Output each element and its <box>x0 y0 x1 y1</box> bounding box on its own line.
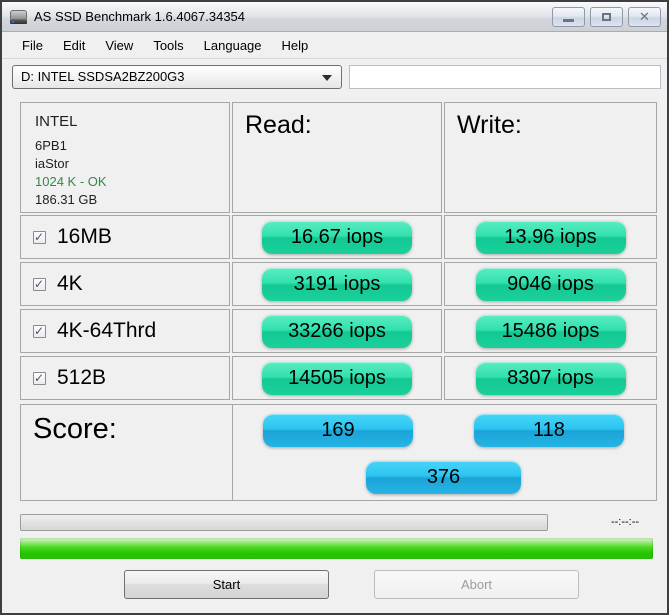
result-text-input[interactable] <box>349 65 661 89</box>
score-panel: Score: 169 118 376 <box>20 404 657 501</box>
checkbox-512b[interactable]: ✓ <box>33 370 46 385</box>
menu-edit[interactable]: Edit <box>53 34 95 57</box>
test-label-cell: ✓ 512B <box>20 356 230 400</box>
titlebar: AS SSD Benchmark 1.6.4067.34354 ✕ <box>2 2 667 32</box>
score-total-pill: 376 <box>366 461 521 494</box>
window-controls: ✕ <box>552 7 661 27</box>
test-label: 4K <box>57 272 83 295</box>
minimize-button[interactable] <box>552 7 585 27</box>
read-result-cell: 14505 iops <box>232 356 442 400</box>
close-button[interactable]: ✕ <box>628 7 661 27</box>
menu-help[interactable]: Help <box>272 34 319 57</box>
write-result-pill: 13.96 iops <box>475 220 626 254</box>
read-result-pill: 16.67 iops <box>262 220 412 254</box>
grid-header-row: INTEL 6PB1 iaStor 1024 K - OK 186.31 GB … <box>20 102 657 213</box>
menu-file[interactable]: File <box>12 34 53 57</box>
drive-icon-led <box>12 21 14 23</box>
maximize-button[interactable] <box>590 7 623 27</box>
drive-firmware: 6PB1 <box>35 138 67 153</box>
read-result-cell: 33266 iops <box>232 309 442 353</box>
read-result-pill: 14505 iops <box>262 361 412 395</box>
read-result-pill: 33266 iops <box>262 314 412 348</box>
checkmark-icon: ✓ <box>34 229 45 244</box>
score-label-area: Score: <box>21 405 233 500</box>
write-result-pill: 9046 iops <box>475 267 626 301</box>
test-row-4k: ✓ 4K 3191 iops 9046 iops <box>20 262 657 306</box>
test-label-cell: ✓ 16MB <box>20 215 230 259</box>
overall-progress-bar <box>20 538 653 559</box>
write-result-cell: 9046 iops <box>444 262 657 306</box>
drive-alignment-status: 1024 K - OK <box>35 174 107 189</box>
write-result-cell: 8307 iops <box>444 356 657 400</box>
write-result-cell: 15486 iops <box>444 309 657 353</box>
app-window: AS SSD Benchmark 1.6.4067.34354 ✕ File E… <box>0 0 669 615</box>
write-result-pill: 8307 iops <box>475 361 626 395</box>
test-row-4k-64thrd: ✓ 4K-64Thrd 33266 iops 15486 iops <box>20 309 657 353</box>
window-title: AS SSD Benchmark 1.6.4067.34354 <box>34 9 246 24</box>
start-button[interactable]: Start <box>124 570 329 599</box>
read-result-pill: 3191 iops <box>262 267 412 301</box>
read-result-cell: 16.67 iops <box>232 215 442 259</box>
drive-capacity: 186.31 GB <box>35 192 98 207</box>
checkmark-icon: ✓ <box>34 276 45 291</box>
test-row-512b: ✓ 512B 14505 iops 8307 iops <box>20 356 657 400</box>
drive-selector[interactable]: D: INTEL SSDSA2BZ200G3 <box>12 65 342 89</box>
maximize-icon <box>602 13 611 21</box>
write-result-cell: 13.96 iops <box>444 215 657 259</box>
checkbox-16mb[interactable]: ✓ <box>33 229 46 244</box>
checkmark-icon: ✓ <box>34 323 45 338</box>
menubar: File Edit View Tools Language Help <box>2 33 667 59</box>
minimize-icon <box>563 19 574 22</box>
test-label: 16MB <box>57 225 112 248</box>
chevron-down-icon <box>322 75 332 81</box>
score-read-pill: 169 <box>263 414 413 447</box>
write-result-pill: 15486 iops <box>475 314 626 348</box>
checkbox-4k-64thrd[interactable]: ✓ <box>33 323 46 338</box>
drive-driver: iaStor <box>35 156 69 171</box>
test-label: 512B <box>57 366 107 389</box>
drive-info-panel: INTEL 6PB1 iaStor 1024 K - OK 186.31 GB <box>20 102 230 213</box>
read-result-cell: 3191 iops <box>232 262 442 306</box>
test-label: 4K-64Thrd <box>57 319 157 342</box>
drive-selector-value: D: INTEL SSDSA2BZ200G3 <box>21 69 185 84</box>
menu-language[interactable]: Language <box>194 34 272 57</box>
read-column-header: Read: <box>232 102 442 213</box>
menu-view[interactable]: View <box>95 34 143 57</box>
drive-icon-body <box>10 10 27 20</box>
close-icon: ✕ <box>639 9 650 24</box>
write-column-header: Write: <box>444 102 657 213</box>
test-row-16mb: ✓ 16MB 16.67 iops 13.96 iops <box>20 215 657 259</box>
checkmark-icon: ✓ <box>34 370 45 385</box>
elapsed-time: --:--:-- <box>610 516 640 528</box>
checkbox-4k[interactable]: ✓ <box>33 276 46 291</box>
test-label-cell: ✓ 4K <box>20 262 230 306</box>
score-content: 169 118 376 <box>233 405 656 500</box>
test-progress-bar <box>20 514 548 531</box>
test-label-cell: ✓ 4K-64Thrd <box>20 309 230 353</box>
drive-vendor: INTEL <box>35 113 78 130</box>
menu-tools[interactable]: Tools <box>143 34 193 57</box>
score-write-pill: 118 <box>474 414 624 447</box>
score-label: Score: <box>33 413 117 445</box>
abort-button[interactable]: Abort <box>374 570 579 599</box>
app-drive-icon <box>10 9 27 24</box>
